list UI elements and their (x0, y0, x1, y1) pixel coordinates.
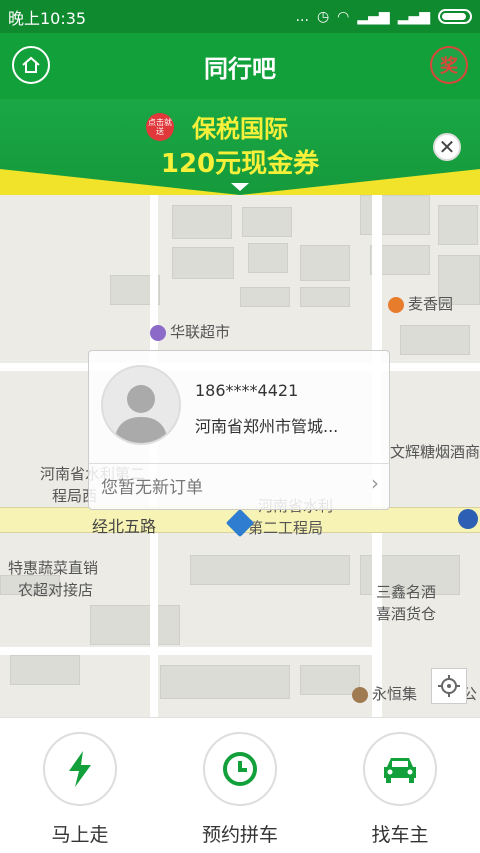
go-now-circle (43, 732, 117, 806)
lightning-icon (69, 751, 91, 787)
home-button[interactable] (12, 46, 50, 84)
map-block (90, 605, 180, 645)
map-block (10, 655, 80, 685)
chevron-right-icon: › (371, 471, 379, 495)
map-block (242, 207, 292, 237)
tab-label: 马上走 (51, 824, 109, 846)
map-block (172, 205, 232, 239)
map-block (360, 195, 430, 235)
poi-vegetable-2: 农超对接店 (18, 581, 94, 599)
map-block (248, 243, 288, 273)
banner-line2: 120元现金券 (160, 149, 320, 179)
status-time: 晚上10:35 (8, 8, 87, 28)
prize-button[interactable]: 奖 (430, 46, 468, 84)
poi-pin-icon (352, 686, 368, 703)
map-block (240, 287, 290, 307)
poi-yongheng[interactable]: 永恒集 (352, 683, 417, 704)
map-road (150, 533, 158, 717)
promo-banner[interactable]: 点击就送 保税国际 120元现金券 (0, 99, 480, 195)
locate-icon (438, 675, 460, 697)
map-block (172, 247, 234, 279)
map-block (300, 665, 360, 695)
bus-stop-icon[interactable] (458, 509, 478, 529)
map-block (400, 325, 470, 355)
user-phone: 186****4421 (195, 381, 299, 400)
reserve-circle (203, 732, 277, 806)
tab-reserve-carpool[interactable]: 预约拼车 (175, 732, 305, 847)
bottom-nav: 马上走 预约拼车 找车主 (0, 717, 480, 853)
restaurant-icon (388, 296, 404, 313)
shop-icon (150, 324, 166, 341)
tab-label: 找车主 (371, 824, 429, 846)
user-placeholder-icon (114, 385, 168, 443)
find-driver-circle (363, 732, 437, 806)
map-block (190, 555, 350, 585)
road-label-jingbei: 经北五路 (92, 517, 157, 536)
signal-icon-2: ▂▄▆ (397, 8, 430, 25)
title-bar: 同行吧 奖 (0, 33, 480, 99)
signal-icon: ▂▄▆ (357, 8, 390, 25)
poi-sanxin-1[interactable]: 三鑫名酒 (376, 581, 436, 602)
tab-go-now[interactable]: 马上走 (15, 732, 145, 847)
user-info-popup[interactable]: 186****4421 河南省郑州市管城... 您暂无新订单 › (88, 350, 390, 510)
tab-find-driver[interactable]: 找车主 (335, 732, 465, 847)
tab-label: 预约拼车 (201, 824, 278, 846)
map-block (300, 287, 350, 307)
map-block (300, 245, 350, 281)
status-icons: ... ◷ ◠ ▂▄▆ ▂▄▆ (296, 9, 472, 25)
poi-vegetable-1[interactable]: 特惠蔬菜直销 (8, 557, 98, 578)
poi-hualian[interactable]: 华联超市 (150, 321, 230, 342)
map-road (0, 647, 372, 655)
map-block (438, 205, 478, 245)
user-address: 河南省郑州市管城... (195, 417, 339, 436)
battery-icon (438, 9, 472, 24)
poi-shuili-2: 第二工程局 (248, 519, 324, 537)
wifi-icon: ◠ (337, 8, 350, 25)
map-block (160, 665, 290, 699)
page-title: 同行吧 (204, 54, 276, 83)
alarm-icon: ◷ (316, 8, 330, 25)
locate-button[interactable] (431, 668, 467, 704)
no-order-text: 您暂无新订单 (101, 478, 203, 498)
banner-close-button[interactable]: ✕ (433, 133, 461, 161)
banner-down-arrow-icon[interactable] (231, 183, 249, 191)
poi-maixiangyuan[interactable]: 麦香园 (388, 293, 453, 314)
avatar (101, 365, 181, 445)
poi-sanxin-2: 喜酒货仓 (376, 605, 437, 623)
car-icon (384, 758, 416, 783)
status-bar: 晚上10:35 ... ◷ ◠ ▂▄▆ ▂▄▆ (0, 0, 480, 33)
prize-label: 奖 (440, 56, 458, 77)
divider (89, 463, 389, 464)
banner-line1: 保税国际 (192, 115, 288, 143)
home-icon (22, 56, 40, 73)
more-dots-icon: ... (295, 8, 309, 25)
clock-icon (223, 752, 257, 786)
poi-wenhui[interactable]: 文辉糖烟酒商 (390, 441, 480, 462)
